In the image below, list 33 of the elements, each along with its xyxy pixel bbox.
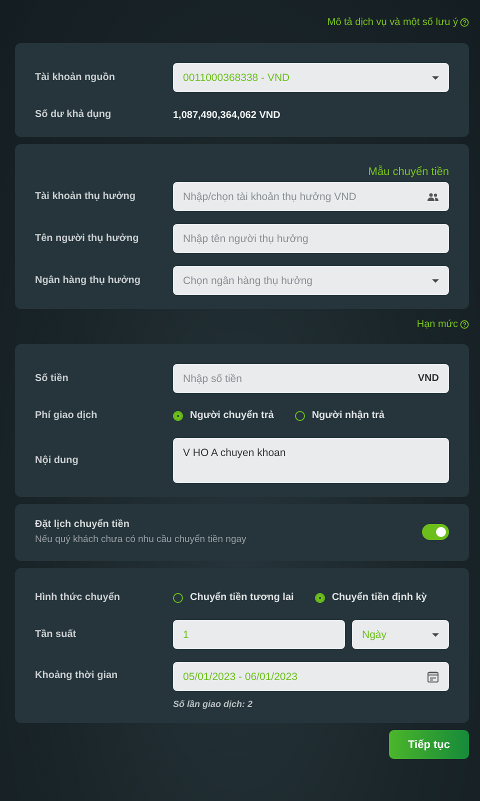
transaction-count-note: Số lần giao dịch: 2 [173,699,254,709]
calendar-icon [427,670,439,682]
balance-value: 1,087,490,364,062 VND [173,110,280,121]
field-label: Ngân hàng thụ hưởng [35,275,142,286]
field-label: Số tiền [35,373,70,384]
field-label: Tài khoản thụ hưởng [35,191,136,202]
schedule-toggle[interactable] [422,524,449,540]
caret-icon [432,632,439,636]
field-label: Số dư khả dụng [35,108,112,120]
schedule-subtitle: Nếu quý khách chưa có nhu cầu chuyển tiền ngay [35,534,246,545]
transfer-template-link[interactable]: Mẫu chuyển tiền [368,166,449,178]
help-icon [460,320,469,328]
schedule-title: Đặt lịch chuyển tiền [35,519,130,530]
help-icon [460,18,469,26]
limit-link[interactable]: Hạn mức [416,316,469,332]
field-label: Khoảng thời gian [35,670,119,681]
field-label: Nội dung [35,455,80,466]
field-label: Phí giao dịch [35,410,98,421]
content-field[interactable]: V HO A chuyen khoan [173,438,449,483]
radio-option[interactable]: Chuyển tiền định kỳ [314,592,427,603]
radio-option[interactable]: Chuyển tiền tương lai [173,592,294,603]
field-label: Tài khoản nguồn [35,72,116,83]
continue-button[interactable]: Tiếp tục [389,730,469,759]
radio-option[interactable]: Người chuyển trả [173,410,274,421]
service-info-link[interactable]: Mô tả dịch vụ và một số lưu ý [327,14,469,30]
caret-icon [432,278,439,282]
field-label: Tần suất [35,629,78,640]
radio-option[interactable]: Người nhận trả [294,410,384,421]
field-label: Tên người thụ hưởng [35,233,140,244]
contacts-icon [427,192,439,200]
field-label: Hình thức chuyển [35,592,122,603]
caret-icon [432,76,439,80]
input-field[interactable]: Nhập số tiền VND [173,364,449,393]
